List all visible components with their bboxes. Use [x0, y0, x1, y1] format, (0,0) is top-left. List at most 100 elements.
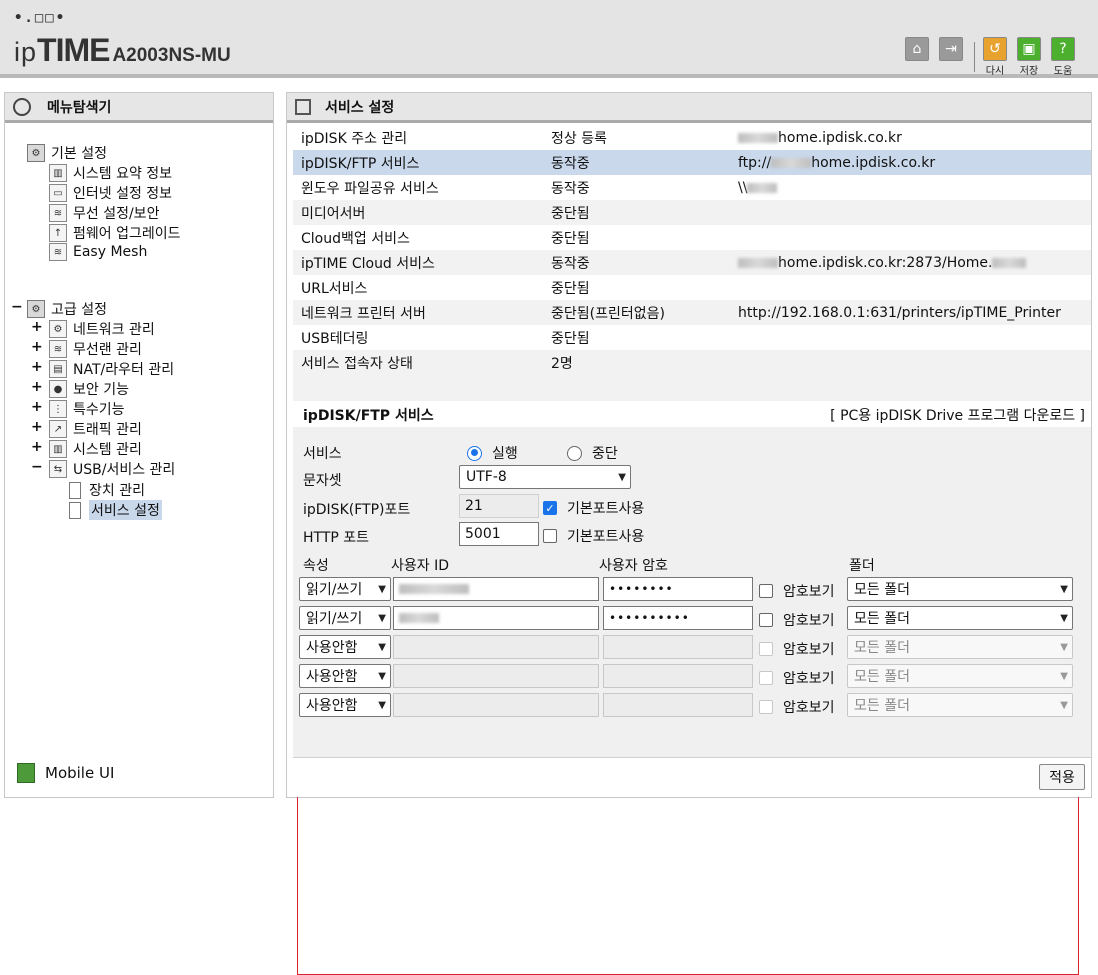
expand-icon[interactable]: + — [31, 319, 43, 335]
address-text: home.ipdisk.co.kr:2873/Home. — [778, 254, 993, 271]
tree-group-advanced[interactable]: ⚙ 고급 설정 — [27, 299, 107, 319]
collapse-icon[interactable]: − — [11, 299, 23, 315]
attr-select[interactable]: 읽기/쓰기 ▼ — [299, 577, 391, 601]
help-button[interactable]: ? — [1051, 37, 1075, 61]
attr-select[interactable]: 사용안함 ▼ — [299, 693, 391, 717]
service-status: 동작중 — [543, 150, 730, 175]
router-icon: ▤ — [49, 360, 67, 378]
folder-select[interactable]: 모든 폴더 ▼ — [847, 577, 1073, 601]
address-text: http://192.168.0.1:631/printers/ipTIME_P… — [738, 304, 1061, 321]
table-row: ipDISK 주소 관리 정상 등록 home.ipdisk.co.kr — [293, 125, 1091, 150]
address-prefix: ftp:// — [738, 154, 772, 171]
sidebar-item-traffic[interactable]: ↗ 트래픽 관리 — [49, 419, 142, 439]
show-password-checkbox[interactable]: 암호보기 — [759, 668, 835, 688]
sidebar-item-network[interactable]: ⚙ 네트워크 관리 — [49, 319, 155, 339]
ftp-port-input[interactable]: 21 — [459, 494, 539, 518]
sidebar-item-nat[interactable]: ▤ NAT/라우터 관리 — [49, 359, 174, 379]
service-address — [730, 200, 1091, 225]
table-row: 미디어서버 중단됨 — [293, 200, 1091, 225]
default-port-label: 기본포트사용 — [567, 501, 645, 517]
show-password-checkbox[interactable]: 암호보기 — [759, 581, 835, 601]
save-button[interactable]: ▣ — [1017, 37, 1041, 61]
user-id-input[interactable] — [393, 606, 599, 630]
mobile-ui-link[interactable]: Mobile UI — [17, 763, 114, 783]
show-password-checkbox[interactable]: 암호보기 — [759, 697, 835, 717]
password-input[interactable]: •••••••• — [603, 577, 753, 601]
service-name: ipDISK/FTP 서비스 — [293, 150, 543, 175]
help-label: 도움 — [1053, 66, 1073, 77]
service-name: 서비스 접속자 상태 — [293, 350, 543, 375]
stop-label: 중단 — [592, 446, 618, 462]
ftp-default-port-checkbox[interactable]: ✓ 기본포트사용 — [543, 498, 644, 518]
default-port-label: 기본포트사용 — [567, 529, 645, 545]
sidebar-item-easy-mesh[interactable]: ≋ Easy Mesh — [49, 243, 147, 261]
sidebar-item-wlan[interactable]: ≋ 무선랜 관리 — [49, 339, 142, 359]
download-link[interactable]: [ PC용 ipDISK Drive 프로그램 다운로드 ] — [830, 405, 1085, 425]
chevron-down-icon: ▼ — [378, 641, 386, 653]
home-icon[interactable]: ⌂ — [905, 37, 929, 61]
sidebar-item-system[interactable]: ▥ 시스템 관리 — [49, 439, 142, 459]
wifi-icon: ≋ — [49, 340, 67, 358]
chevron-down-icon: ▼ — [618, 471, 626, 483]
sidebar-item-internet-info[interactable]: ▭ 인터넷 설정 정보 — [49, 183, 172, 203]
user-id-input[interactable] — [393, 664, 599, 688]
http-default-port-checkbox[interactable]: 기본포트사용 — [543, 526, 644, 546]
attr-select[interactable]: 사용안함 ▼ — [299, 664, 391, 688]
folder-select[interactable]: 모든 폴더 ▼ — [847, 635, 1073, 659]
sidebar-item-wireless[interactable]: ≋ 무선 설정/보안 — [49, 203, 159, 223]
show-password-label: 암호보기 — [783, 613, 835, 629]
expand-icon[interactable]: + — [31, 359, 43, 375]
tree-group-basic[interactable]: ⚙ 기본 설정 — [27, 143, 107, 163]
show-password-checkbox[interactable]: 암호보기 — [759, 610, 835, 630]
sidebar-item-system-summary[interactable]: ▥ 시스템 요약 정보 — [49, 163, 172, 183]
password-input[interactable] — [603, 664, 753, 688]
expand-icon[interactable]: + — [31, 439, 43, 455]
expand-icon[interactable]: + — [31, 339, 43, 355]
folder-value: 모든 폴더 — [854, 698, 910, 714]
folder-select[interactable]: 모든 폴더 ▼ — [847, 693, 1073, 717]
header-divider — [974, 42, 975, 72]
sidebar-item-usb[interactable]: ⇆ USB/서비스 관리 — [49, 459, 175, 479]
stop-radio[interactable]: 중단 — [567, 443, 618, 463]
collapse-icon[interactable]: − — [31, 459, 43, 475]
sidebar-item-label: 보안 기능 — [73, 382, 129, 398]
network-icon: ⚙ — [49, 320, 67, 338]
charset-select[interactable]: UTF-8 ▼ — [459, 465, 631, 489]
http-port-input[interactable]: 5001 — [459, 522, 539, 546]
expand-icon[interactable]: + — [31, 419, 43, 435]
password-input[interactable]: •••••••••• — [603, 606, 753, 630]
mobile-icon — [17, 763, 35, 783]
logo-mark: •.□□• — [14, 10, 67, 26]
wifi-icon: ≋ — [49, 204, 67, 222]
sidebar-item-label: 네트워크 관리 — [73, 322, 155, 338]
sidebar-item-special[interactable]: ⋮ 특수기능 — [49, 399, 125, 419]
user-id-input[interactable] — [393, 635, 599, 659]
chevron-down-icon: ▼ — [1060, 641, 1068, 653]
section-title: ipDISK/FTP 서비스 — [303, 408, 434, 424]
run-radio[interactable]: 실행 — [467, 443, 518, 463]
attr-select[interactable]: 사용안함 ▼ — [299, 635, 391, 659]
radio-icon — [567, 445, 582, 461]
attr-select[interactable]: 읽기/쓰기 ▼ — [299, 606, 391, 630]
folder-select[interactable]: 모든 폴더 ▼ — [847, 606, 1073, 630]
show-password-checkbox[interactable]: 암호보기 — [759, 639, 835, 659]
expand-icon[interactable]: + — [31, 379, 43, 395]
sidebar-item-security[interactable]: ● 보안 기능 — [49, 379, 129, 399]
sidebar-item-firmware[interactable]: ↑ 펌웨어 업그레이드 — [49, 223, 181, 243]
brand-time: TIME — [37, 32, 110, 68]
usb-icon: ⇆ — [49, 460, 67, 478]
chevron-down-icon: ▼ — [1060, 670, 1068, 682]
logout-icon[interactable]: ⇥ — [939, 37, 963, 61]
sidebar-item-device[interactable]: 장치 관리 — [69, 480, 145, 500]
expand-icon[interactable]: + — [31, 399, 43, 415]
user-id-input[interactable] — [393, 577, 599, 601]
password-input[interactable] — [603, 693, 753, 717]
sidebar-item-service-settings[interactable]: 서비스 설정 — [69, 500, 162, 520]
folder-select[interactable]: 모든 폴더 ▼ — [847, 664, 1073, 688]
user-id-input[interactable] — [393, 693, 599, 717]
service-status: 2명 — [543, 350, 730, 375]
service-label: 서비스 — [303, 446, 342, 462]
apply-button[interactable]: 적용 — [1039, 764, 1085, 790]
redo-button[interactable]: ↺ — [983, 37, 1007, 61]
password-input[interactable] — [603, 635, 753, 659]
